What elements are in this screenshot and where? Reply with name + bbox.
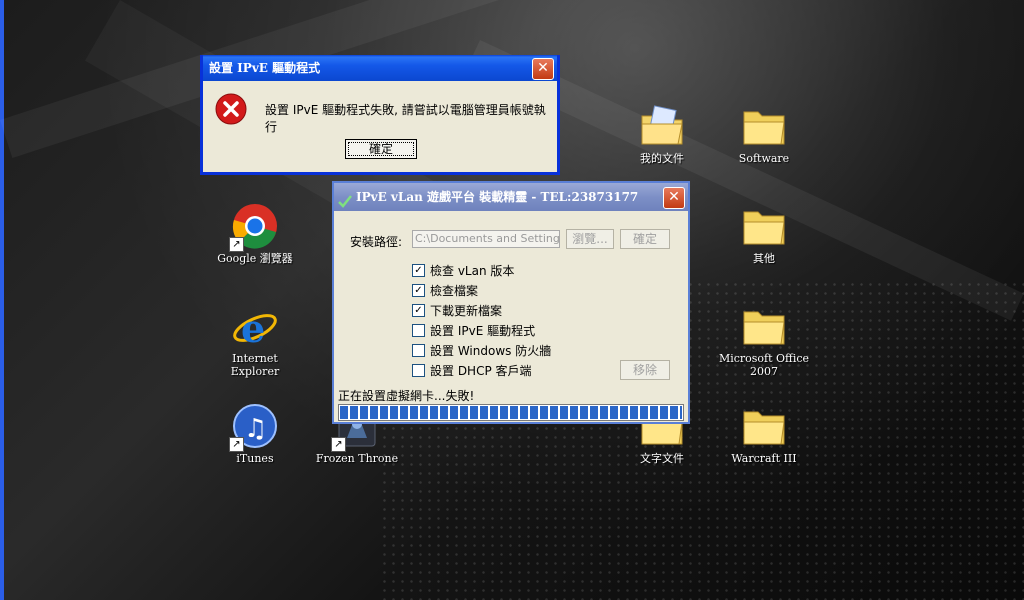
checkbox-label: 下載更新檔案 — [430, 304, 503, 318]
checkbox-box: ✓ — [412, 264, 425, 277]
folder-icon — [740, 402, 788, 450]
progress-fill — [340, 406, 682, 419]
checkbox-check-files[interactable]: ✓ 檢查檔案 — [412, 282, 478, 298]
error-dialog: 設置 IPvE 驅動程式 ✕ 設置 IPvE 驅動程式失敗, 請嘗試以電腦管理員… — [200, 55, 560, 175]
internet-explorer-icon: e — [231, 302, 279, 351]
desktop-icon-label: 文字文件 — [640, 452, 684, 465]
shortcut-arrow-icon: ↗ — [331, 437, 346, 452]
folder-icon — [740, 302, 788, 350]
progress-bar — [338, 404, 684, 421]
svg-text:♫: ♫ — [244, 414, 267, 444]
ok-button[interactable]: 確定 — [345, 139, 417, 159]
installer-title: IPvE vLan 遊戲平台 裝載精靈 - TEL:23873177 — [356, 190, 639, 204]
chrome-icon: ↗ — [229, 202, 279, 252]
browse-button[interactable]: 瀏覽... — [566, 229, 614, 249]
close-icon: ✕ — [537, 60, 549, 76]
checkbox-box — [412, 324, 425, 337]
confirm-button[interactable]: 確定 — [620, 229, 670, 249]
shortcut-arrow-icon: ↗ — [229, 237, 244, 252]
desktop-icon-label: Google 瀏覽器 — [217, 252, 293, 265]
checkbox-check-vlan-version[interactable]: ✓ 檢查 vLan 版本 — [412, 262, 514, 278]
desktop-icon-other[interactable]: 其他 — [716, 202, 812, 265]
desktop-icon-label: Frozen Throne — [315, 452, 399, 465]
checkbox-box: ✓ — [412, 284, 425, 297]
checkbox-label: 檢查檔案 — [430, 284, 479, 298]
checkbox-box: ✓ — [412, 304, 425, 317]
desktop-icon-google-chrome[interactable]: ↗ Google 瀏覽器 — [207, 202, 303, 265]
desktop-icon-label: Microsoft Office 2007 — [718, 352, 810, 378]
folder-icon — [740, 202, 788, 250]
close-button[interactable]: ✕ — [663, 187, 685, 209]
error-dialog-titlebar[interactable]: 設置 IPvE 驅動程式 ✕ — [203, 55, 557, 81]
error-icon — [215, 93, 247, 125]
checkbox-label: 設置 DHCP 客戶端 — [430, 364, 532, 378]
desktop-icon-internet-explorer[interactable]: e Internet Explorer — [207, 302, 303, 378]
desktop-icon-label: Internet Explorer — [230, 352, 280, 378]
desktop-icon-warcraft-iii[interactable]: Warcraft III — [716, 402, 812, 465]
desktop-icon-label: 我的文件 — [640, 152, 684, 165]
checkbox-label: 設置 IPvE 驅動程式 — [430, 324, 536, 338]
status-text: 正在設置虛擬網卡...失敗! — [338, 389, 475, 403]
folder-icon — [740, 102, 788, 150]
install-path-field[interactable]: C:\Documents and Settings\Ar — [412, 230, 560, 248]
itunes-icon: ♫ ↗ — [229, 402, 279, 452]
close-button[interactable]: ✕ — [532, 58, 554, 80]
checkbox-box — [412, 344, 425, 357]
error-message: 設置 IPvE 驅動程式失敗, 請嘗試以電腦管理員帳號執行 — [265, 103, 546, 134]
app-logo-icon — [338, 190, 352, 208]
checkbox-box — [412, 364, 425, 377]
svg-text:e: e — [241, 306, 265, 350]
checkbox-setup-ipve-driver[interactable]: 設置 IPvE 驅動程式 — [412, 322, 535, 338]
remove-button[interactable]: 移除 — [620, 360, 670, 380]
checkbox-label: 檢查 vLan 版本 — [430, 264, 515, 278]
desktop-icon-label: Warcraft III — [731, 452, 797, 465]
desktop-icon-label: Software — [738, 152, 790, 165]
install-path-label: 安裝路徑: — [350, 235, 403, 249]
installer-window: IPvE vLan 遊戲平台 裝載精靈 - TEL:23873177 ✕ 安裝路… — [332, 181, 690, 424]
checkbox-setup-dhcp[interactable]: 設置 DHCP 客戶端 — [412, 362, 532, 378]
desktop-icon-itunes[interactable]: ♫ ↗ iTunes — [207, 402, 303, 465]
desktop-icon-label: 其他 — [753, 252, 775, 265]
desktop-icon-software[interactable]: Software — [716, 102, 812, 165]
desktop-icon-label: iTunes — [236, 452, 274, 465]
checkbox-label: 設置 Windows 防火牆 — [430, 344, 552, 358]
desktop-icon-my-documents[interactable]: 我的文件 — [614, 102, 710, 165]
document-folder-icon — [638, 102, 686, 150]
installer-titlebar[interactable]: IPvE vLan 遊戲平台 裝載精靈 - TEL:23873177 ✕ — [334, 183, 688, 211]
desktop-icon-microsoft-office[interactable]: Microsoft Office 2007 — [716, 302, 812, 378]
shortcut-arrow-icon: ↗ — [229, 437, 244, 452]
checkbox-setup-firewall[interactable]: 設置 Windows 防火牆 — [412, 342, 551, 358]
close-icon: ✕ — [668, 189, 680, 205]
error-dialog-title: 設置 IPvE 驅動程式 — [209, 61, 321, 75]
checkbox-download-updates[interactable]: ✓ 下載更新檔案 — [412, 302, 502, 318]
